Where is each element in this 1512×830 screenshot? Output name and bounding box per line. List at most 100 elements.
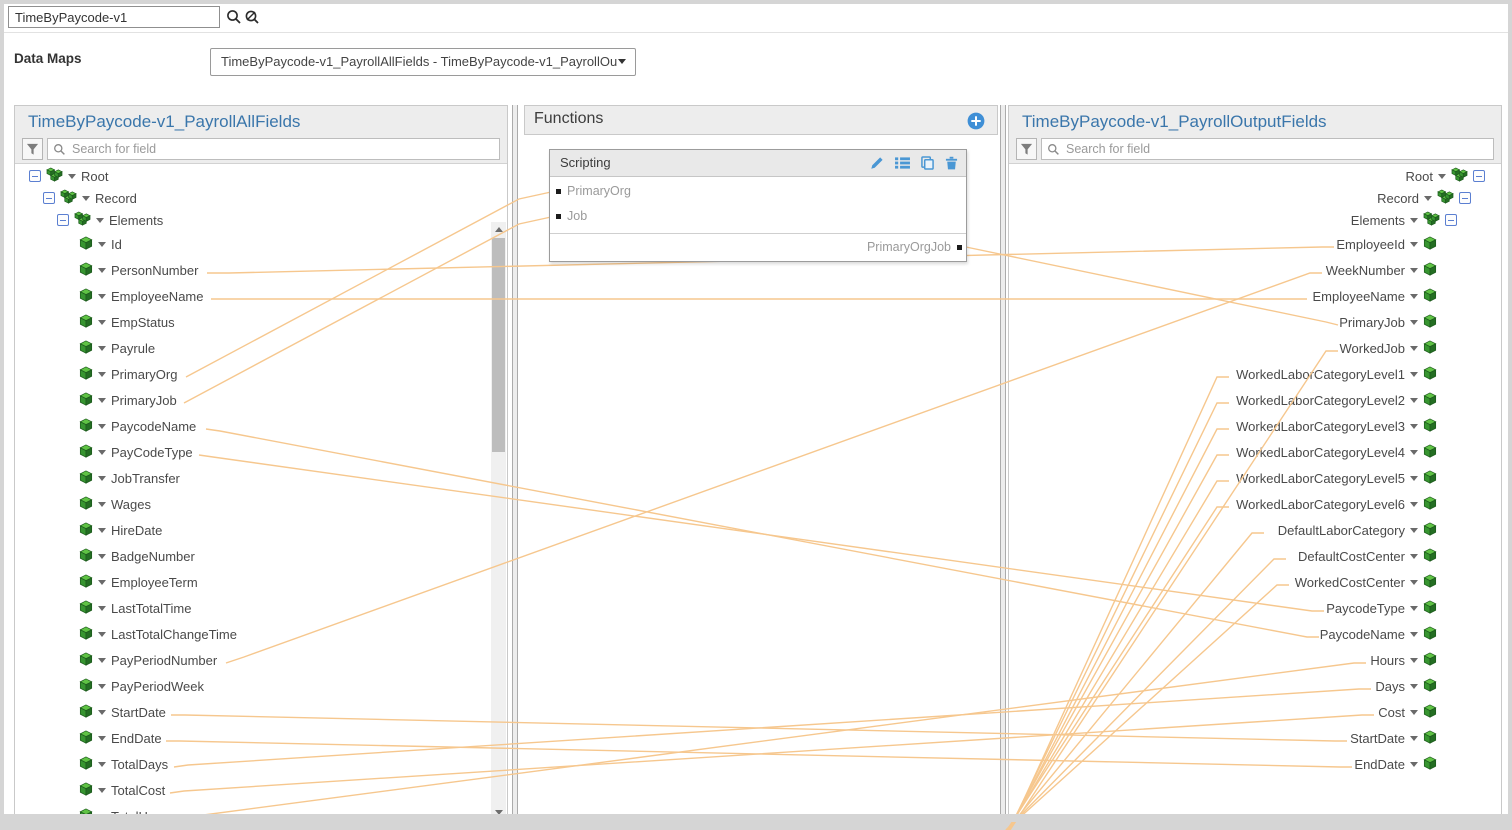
chevron-down-icon[interactable]: [98, 502, 106, 507]
target-field-row[interactable]: WorkedJob: [1339, 338, 1437, 358]
chevron-down-icon[interactable]: [98, 476, 106, 481]
filter-button[interactable]: [1016, 138, 1037, 160]
source-field-row[interactable]: PersonNumber: [79, 260, 198, 280]
chevron-down-icon[interactable]: [98, 320, 106, 325]
chevron-down-icon[interactable]: [98, 450, 106, 455]
input-connector[interactable]: [556, 189, 561, 194]
source-field-row[interactable]: PayPeriodWeek: [79, 676, 204, 696]
target-field-row[interactable]: StartDate: [1350, 728, 1437, 748]
target-field-row[interactable]: Days: [1375, 676, 1437, 696]
list-icon[interactable]: [895, 156, 910, 175]
map-search-input[interactable]: [8, 6, 220, 28]
target-field-row[interactable]: WorkedCostCenter: [1295, 572, 1437, 592]
scripting-box-header[interactable]: Scripting: [550, 150, 966, 177]
tree-node-record[interactable]: Record: [1377, 188, 1471, 208]
edit-pencil-icon[interactable]: [870, 156, 884, 175]
source-field-row[interactable]: LastTotalTime: [79, 598, 191, 618]
chevron-down-icon[interactable]: [68, 174, 76, 179]
source-field-row[interactable]: TotalCost: [79, 780, 165, 800]
source-field-row[interactable]: PayCodeType: [79, 442, 193, 462]
collapse-icon[interactable]: [1445, 214, 1457, 226]
source-field-row[interactable]: EmployeeTerm: [79, 572, 198, 592]
chevron-down-icon[interactable]: [98, 528, 106, 533]
chevron-down-icon[interactable]: [1410, 762, 1418, 767]
chevron-down-icon[interactable]: [98, 346, 106, 351]
target-search-input[interactable]: [1066, 139, 1491, 159]
chevron-down-icon[interactable]: [98, 424, 106, 429]
chevron-down-icon[interactable]: [98, 606, 106, 611]
target-field-row[interactable]: Hours: [1370, 650, 1437, 670]
chevron-down-icon[interactable]: [98, 554, 106, 559]
chevron-down-icon[interactable]: [1410, 372, 1418, 377]
source-field-row[interactable]: PrimaryJob: [79, 390, 177, 410]
chevron-down-icon[interactable]: [98, 736, 106, 741]
target-field-row[interactable]: WeekNumber: [1326, 260, 1437, 280]
chevron-down-icon[interactable]: [1410, 268, 1418, 273]
chevron-down-icon[interactable]: [98, 398, 106, 403]
target-field-row[interactable]: Cost: [1378, 702, 1437, 722]
tree-node-root[interactable]: Root: [1406, 166, 1485, 186]
tree-node-elements[interactable]: Elements: [57, 210, 163, 230]
function-output[interactable]: PrimaryOrgJob: [867, 240, 962, 254]
tree-node-root[interactable]: Root: [29, 166, 108, 186]
chevron-down-icon[interactable]: [1410, 502, 1418, 507]
chevron-down-icon[interactable]: [1410, 346, 1418, 351]
source-field-row[interactable]: PaycodeName: [79, 416, 196, 436]
collapse-icon[interactable]: [43, 192, 55, 204]
chevron-down-icon[interactable]: [1410, 476, 1418, 481]
collapse-icon[interactable]: [29, 170, 41, 182]
chevron-down-icon[interactable]: [1410, 294, 1418, 299]
chevron-down-icon[interactable]: [98, 372, 106, 377]
source-scrollbar[interactable]: [491, 222, 506, 819]
chevron-down-icon[interactable]: [1410, 450, 1418, 455]
chevron-down-icon[interactable]: [1410, 554, 1418, 559]
chevron-down-icon[interactable]: [98, 658, 106, 663]
chevron-down-icon[interactable]: [1410, 218, 1418, 223]
chevron-down-icon[interactable]: [1410, 606, 1418, 611]
source-field-row[interactable]: EmployeeName: [79, 286, 204, 306]
target-field-row[interactable]: WorkedLaborCategoryLevel3: [1236, 416, 1437, 436]
tree-node-elements[interactable]: Elements: [1351, 210, 1457, 230]
target-field-row[interactable]: EndDate: [1354, 754, 1437, 774]
chevron-down-icon[interactable]: [98, 684, 106, 689]
chevron-down-icon[interactable]: [98, 580, 106, 585]
source-field-row[interactable]: Payrule: [79, 338, 155, 358]
target-field-row[interactable]: WorkedLaborCategoryLevel2: [1236, 390, 1437, 410]
chevron-down-icon[interactable]: [98, 632, 106, 637]
chevron-down-icon[interactable]: [1410, 242, 1418, 247]
chevron-down-icon[interactable]: [1410, 320, 1418, 325]
chevron-down-icon[interactable]: [98, 762, 106, 767]
add-function-icon[interactable]: [967, 112, 985, 130]
target-field-row[interactable]: WorkedLaborCategoryLevel6: [1236, 494, 1437, 514]
collapse-icon[interactable]: [1459, 192, 1471, 204]
source-field-row[interactable]: EndDate: [79, 728, 162, 748]
target-field-row[interactable]: PaycodeType: [1326, 598, 1437, 618]
collapse-icon[interactable]: [57, 214, 69, 226]
chevron-down-icon[interactable]: [1410, 710, 1418, 715]
chevron-down-icon[interactable]: [1410, 528, 1418, 533]
output-connector[interactable]: [957, 245, 962, 250]
trash-icon[interactable]: [945, 156, 958, 175]
target-field-row[interactable]: EmployeeId: [1336, 234, 1437, 254]
search-icon[interactable]: [226, 9, 242, 25]
function-input[interactable]: Job: [556, 209, 587, 223]
chevron-down-icon[interactable]: [1410, 736, 1418, 741]
source-field-row[interactable]: Wages: [79, 494, 151, 514]
filter-button[interactable]: [22, 138, 43, 160]
source-field-row[interactable]: LastTotalChangeTime: [79, 624, 237, 644]
chevron-down-icon[interactable]: [1424, 196, 1432, 201]
source-field-row[interactable]: EmpStatus: [79, 312, 175, 332]
tree-node-record[interactable]: Record: [43, 188, 137, 208]
target-field-row[interactable]: PrimaryJob: [1339, 312, 1437, 332]
chevron-down-icon[interactable]: [1410, 632, 1418, 637]
chevron-down-icon[interactable]: [82, 196, 90, 201]
source-field-row[interactable]: PrimaryOrg: [79, 364, 177, 384]
target-field-row[interactable]: WorkedLaborCategoryLevel4: [1236, 442, 1437, 462]
target-field-row[interactable]: WorkedLaborCategoryLevel5: [1236, 468, 1437, 488]
chevron-down-icon[interactable]: [1410, 684, 1418, 689]
target-field-row[interactable]: DefaultLaborCategory: [1278, 520, 1437, 540]
source-search-input[interactable]: [72, 139, 497, 159]
scrollbar-thumb[interactable]: [492, 238, 505, 452]
target-field-row[interactable]: EmployeeName: [1313, 286, 1438, 306]
chevron-down-icon[interactable]: [98, 242, 106, 247]
